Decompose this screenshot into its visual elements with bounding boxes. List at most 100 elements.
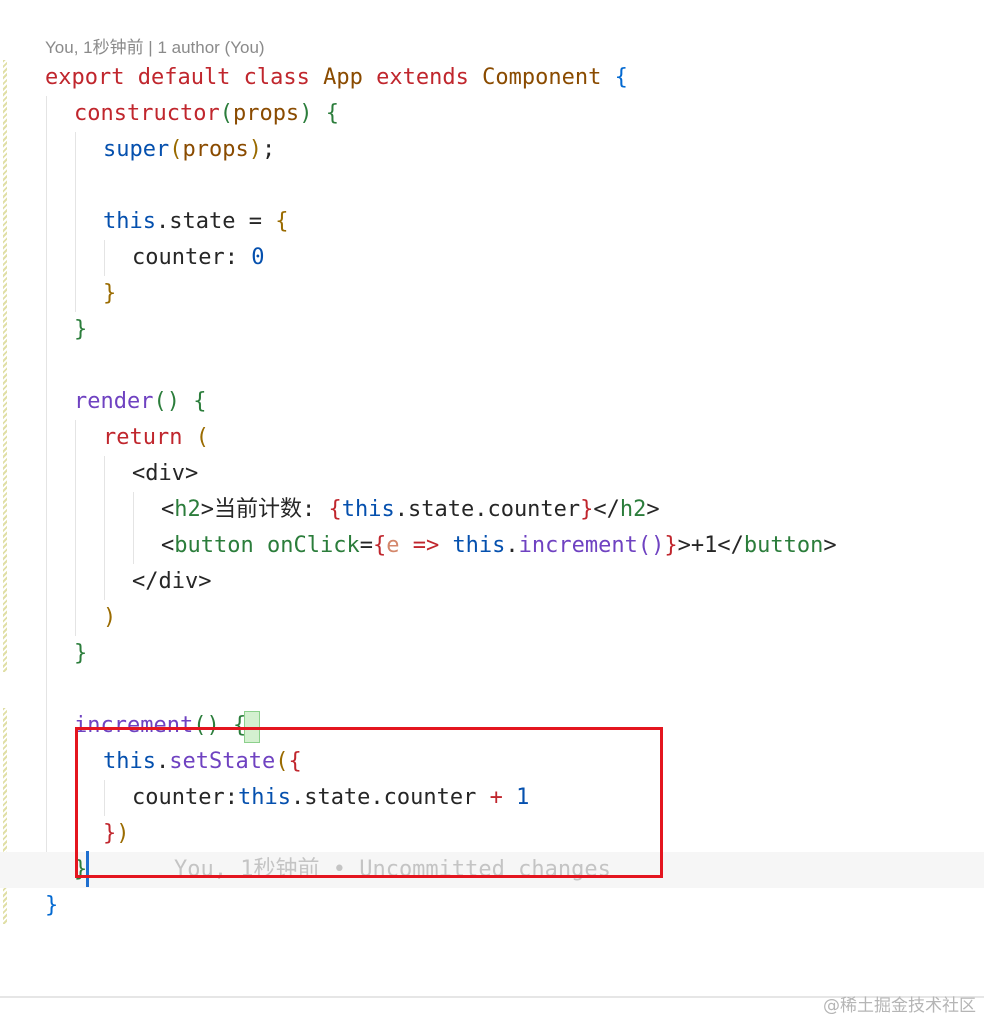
code-token: { — [275, 209, 289, 234]
code-token: ) — [248, 137, 262, 162]
code-token: > — [823, 533, 837, 558]
code-token: { — [328, 497, 342, 522]
code-token: App — [323, 65, 363, 90]
code-line[interactable] — [0, 348, 984, 384]
code-line-text: <div> — [132, 456, 198, 492]
code-token: h2 — [174, 497, 201, 522]
code-line-text: this.state = { — [103, 204, 288, 240]
code-token: } — [664, 533, 678, 558]
codelens-blame-header[interactable]: You, 1秒钟前 | 1 author (You) — [45, 33, 265, 58]
code-token: extends — [362, 65, 483, 90]
code-line-text: counter: 0 — [132, 240, 264, 276]
code-token: { — [325, 101, 339, 126]
code-line[interactable]: return ( — [0, 420, 984, 456]
code-line[interactable]: </div> — [0, 564, 984, 600]
code-token: increment — [518, 533, 638, 558]
code-token: props — [232, 101, 300, 126]
code-line-text: } — [74, 312, 87, 348]
code-line-text: <button onClick={e => this.increment()}>… — [161, 528, 837, 564]
code-token: counter: — [132, 245, 252, 270]
code-token: () — [637, 533, 665, 558]
code-token: e — [386, 533, 400, 558]
code-line-text: } — [103, 276, 116, 312]
code-token: .state = — [155, 209, 276, 234]
code-token: this — [452, 533, 506, 558]
code-token: > — [646, 497, 660, 522]
code-line-text: return ( — [103, 420, 209, 456]
code-line[interactable]: <h2>当前计数: {this.state.counter}</h2> — [0, 492, 984, 528]
code-token: ( — [195, 425, 209, 450]
code-token: button — [743, 533, 824, 558]
code-token: constructor — [74, 101, 220, 126]
code-token: < — [161, 497, 175, 522]
code-line[interactable]: super(props); — [0, 132, 984, 168]
code-line[interactable]: } — [0, 636, 984, 672]
watermark: @稀土掘金技术社区 — [823, 996, 976, 1016]
code-token: ( — [169, 137, 183, 162]
code-token: render — [74, 389, 154, 414]
code-token: >+1</ — [677, 533, 744, 558]
code-token: ) — [103, 605, 117, 630]
code-token: = — [359, 533, 373, 558]
code-token: { — [372, 533, 387, 558]
code-line[interactable]: this.state = { — [0, 204, 984, 240]
code-token: >当前计数: — [200, 497, 329, 522]
code-token: => — [399, 533, 453, 558]
code-token: this — [341, 497, 395, 522]
code-token: this — [103, 209, 156, 234]
code-token: } — [103, 281, 117, 306]
code-line[interactable]: ) — [0, 600, 984, 636]
code-token: 0 — [251, 245, 265, 270]
code-token: { — [614, 65, 628, 90]
code-token: Component — [482, 65, 602, 90]
code-line[interactable]: } — [0, 312, 984, 348]
code-editor[interactable]: You, 1秒钟前 | 1 author (You) export defaul… — [0, 0, 984, 996]
red-annotation-box — [75, 727, 663, 878]
code-line-text: ) — [103, 600, 116, 636]
code-line-text: super(props); — [103, 132, 275, 168]
code-token: } — [74, 317, 88, 342]
code-line-text: constructor(props) { — [74, 96, 339, 132]
code-line[interactable]: <button onClick={e => this.increment()}>… — [0, 528, 984, 564]
code-line-text: } — [74, 636, 87, 672]
code-token: return — [103, 425, 196, 450]
code-token: . — [505, 533, 519, 558]
code-line-text: <h2>当前计数: {this.state.counter}</h2> — [161, 492, 660, 528]
code-token: () — [153, 389, 180, 414]
code-line[interactable]: constructor(props) { — [0, 96, 984, 132]
code-line[interactable]: export default class App extends Compone… — [0, 60, 984, 96]
code-token: .state.counter — [394, 497, 581, 522]
code-token: < — [161, 533, 175, 558]
code-token: button — [174, 533, 254, 558]
code-line[interactable]: counter: 0 — [0, 240, 984, 276]
code-token: h2 — [619, 497, 647, 522]
code-line[interactable]: } — [0, 888, 984, 924]
code-line-text: render() { — [74, 384, 206, 420]
code-token: } — [580, 497, 594, 522]
code-line[interactable] — [0, 168, 984, 204]
code-line-text: </div> — [132, 564, 211, 600]
code-token: export default class — [45, 65, 324, 90]
code-token: props — [182, 137, 249, 162]
code-token: onClick — [266, 533, 360, 558]
code-token: } — [45, 893, 59, 918]
code-line[interactable]: render() { — [0, 384, 984, 420]
code-token: ; — [261, 137, 276, 162]
code-line-text: export default class App extends Compone… — [45, 60, 628, 96]
code-token: ( — [219, 101, 233, 126]
code-token: ) — [299, 101, 313, 126]
code-token: } — [74, 641, 88, 666]
code-token: { — [193, 389, 207, 414]
code-line[interactable]: <div> — [0, 456, 984, 492]
code-token: <div> — [132, 461, 199, 486]
code-line-text: } — [45, 888, 58, 924]
code-line[interactable]: } — [0, 276, 984, 312]
code-token: super — [103, 137, 170, 162]
code-token: </div> — [132, 569, 212, 594]
code-token: </ — [593, 497, 620, 522]
code-line[interactable] — [0, 672, 984, 708]
